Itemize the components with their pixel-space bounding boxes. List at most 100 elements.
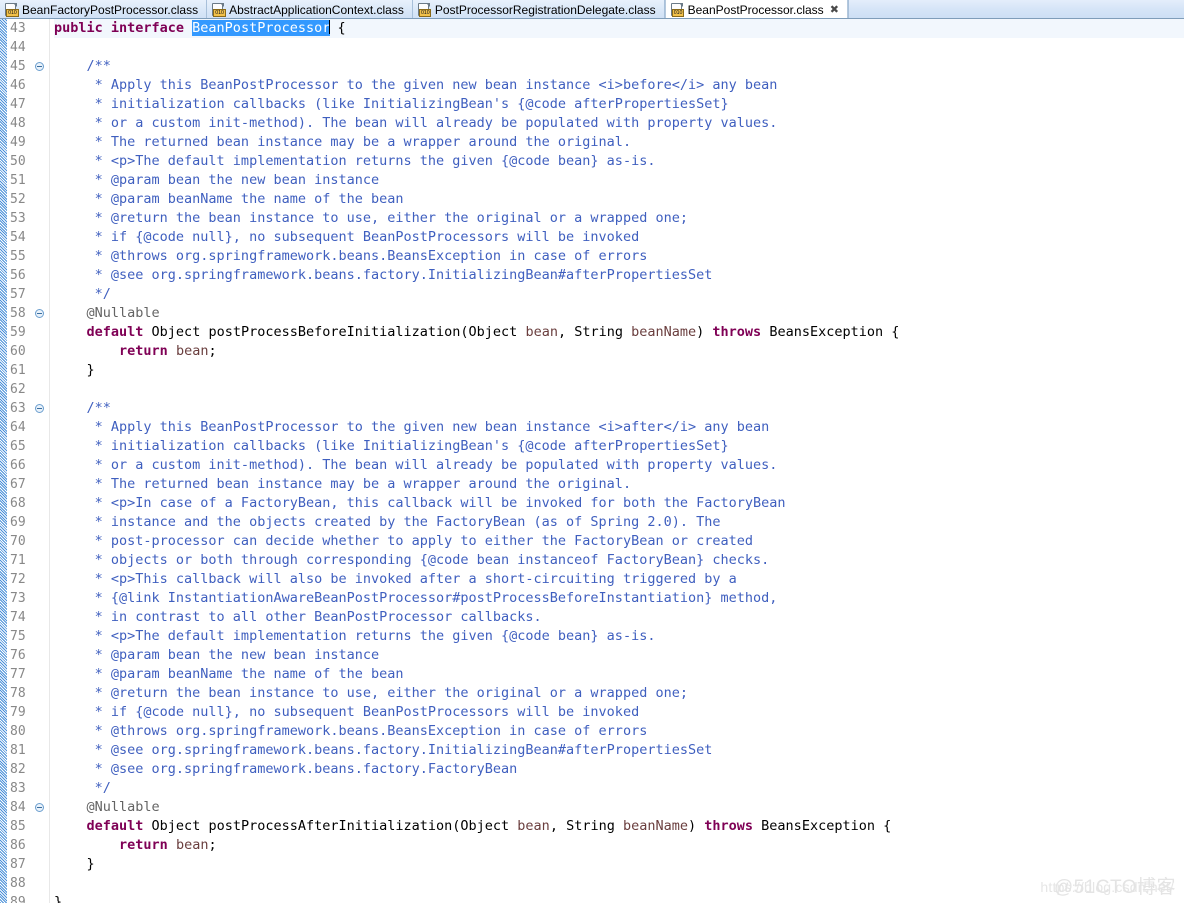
code-line-71[interactable]: * objects or both through corresponding … xyxy=(54,551,1184,570)
gutter-line-59[interactable]: 59 xyxy=(8,323,49,342)
gutter-line-52[interactable]: 52 xyxy=(8,190,49,209)
source-editor[interactable]: 43 44 45 46 47 48 49 50 51 52 53 54 55 56 57 58 59 60 61 62… xyxy=(0,19,1184,903)
collapse-fold-icon[interactable] xyxy=(35,62,44,71)
collapse-fold-icon[interactable] xyxy=(35,309,44,318)
code-line-62[interactable] xyxy=(54,380,1184,399)
gutter-line-64[interactable]: 64 xyxy=(8,418,49,437)
gutter-line-55[interactable]: 55 xyxy=(8,247,49,266)
gutter-line-45[interactable]: 45 xyxy=(8,57,49,76)
editor-tab-1[interactable]: 010 AbstractApplicationContext.class xyxy=(207,0,413,18)
code-line-88[interactable] xyxy=(54,874,1184,893)
editor-tab-3[interactable]: 010 BeanPostProcessor.class ✖ xyxy=(664,0,848,18)
code-line-63[interactable]: /** xyxy=(54,399,1184,418)
gutter-line-44[interactable]: 44 xyxy=(8,38,49,57)
gutter-line-76[interactable]: 76 xyxy=(8,646,49,665)
code-line-45[interactable]: /** xyxy=(54,57,1184,76)
code-line-70[interactable]: * post-processor can decide whether to a… xyxy=(54,532,1184,551)
code-line-83[interactable]: */ xyxy=(54,779,1184,798)
gutter-line-84[interactable]: 84 xyxy=(8,798,49,817)
gutter-line-49[interactable]: 49 xyxy=(8,133,49,152)
gutter-line-69[interactable]: 69 xyxy=(8,513,49,532)
code-line-72[interactable]: * <p>This callback will also be invoked … xyxy=(54,570,1184,589)
editor-tab-0[interactable]: 010 BeanFactoryPostProcessor.class xyxy=(0,0,208,18)
code-line-64[interactable]: * Apply this BeanPostProcessor to the gi… xyxy=(54,418,1184,437)
code-line-85[interactable]: default Object postProcessAfterInitializ… xyxy=(54,817,1184,836)
code-line-49[interactable]: * The returned bean instance may be a wr… xyxy=(54,133,1184,152)
gutter-line-68[interactable]: 68 xyxy=(8,494,49,513)
code-line-79[interactable]: * if {@code null}, no subsequent BeanPos… xyxy=(54,703,1184,722)
code-line-58[interactable]: @Nullable xyxy=(54,304,1184,323)
code-line-47[interactable]: * initialization callbacks (like Initial… xyxy=(54,95,1184,114)
gutter-line-51[interactable]: 51 xyxy=(8,171,49,190)
gutter-line-79[interactable]: 79 xyxy=(8,703,49,722)
gutter-line-46[interactable]: 46 xyxy=(8,76,49,95)
code-line-84[interactable]: @Nullable xyxy=(54,798,1184,817)
code-line-89[interactable]: } xyxy=(54,893,1184,903)
code-line-82[interactable]: * @see org.springframework.beans.factory… xyxy=(54,760,1184,779)
code-line-54[interactable]: * if {@code null}, no subsequent BeanPos… xyxy=(54,228,1184,247)
code-line-67[interactable]: * The returned bean instance may be a wr… xyxy=(54,475,1184,494)
gutter-line-70[interactable]: 70 xyxy=(8,532,49,551)
code-line-81[interactable]: * @see org.springframework.beans.factory… xyxy=(54,741,1184,760)
gutter-line-50[interactable]: 50 xyxy=(8,152,49,171)
gutter-line-81[interactable]: 81 xyxy=(8,741,49,760)
gutter-line-47[interactable]: 47 xyxy=(8,95,49,114)
code-line-53[interactable]: * @return the bean instance to use, eith… xyxy=(54,209,1184,228)
code-line-77[interactable]: * @param beanName the name of the bean xyxy=(54,665,1184,684)
gutter-line-86[interactable]: 86 xyxy=(8,836,49,855)
code-line-59[interactable]: default Object postProcessBeforeInitiali… xyxy=(54,323,1184,342)
change-ruler[interactable] xyxy=(0,19,8,903)
gutter-line-67[interactable]: 67 xyxy=(8,475,49,494)
editor-tab-2[interactable]: 010 PostProcessorRegistrationDelegate.cla… xyxy=(412,0,665,18)
gutter-line-57[interactable]: 57 xyxy=(8,285,49,304)
code-line-51[interactable]: * @param bean the new bean instance xyxy=(54,171,1184,190)
gutter-line-87[interactable]: 87 xyxy=(8,855,49,874)
code-line-43[interactable]: public interface BeanPostProcessor { xyxy=(54,19,1184,38)
code-line-68[interactable]: * <p>In case of a FactoryBean, this call… xyxy=(54,494,1184,513)
close-icon[interactable]: ✖ xyxy=(830,3,839,16)
gutter-line-72[interactable]: 72 xyxy=(8,570,49,589)
code-line-50[interactable]: * <p>The default implementation returns … xyxy=(54,152,1184,171)
gutter-line-43[interactable]: 43 xyxy=(8,19,49,38)
gutter-line-53[interactable]: 53 xyxy=(8,209,49,228)
code-line-46[interactable]: * Apply this BeanPostProcessor to the gi… xyxy=(54,76,1184,95)
gutter-line-80[interactable]: 80 xyxy=(8,722,49,741)
gutter-line-65[interactable]: 65 xyxy=(8,437,49,456)
gutter-line-66[interactable]: 66 xyxy=(8,456,49,475)
code-line-76[interactable]: * @param bean the new bean instance xyxy=(54,646,1184,665)
gutter-line-74[interactable]: 74 xyxy=(8,608,49,627)
code-line-80[interactable]: * @throws org.springframework.beans.Bean… xyxy=(54,722,1184,741)
code-line-69[interactable]: * instance and the objects created by th… xyxy=(54,513,1184,532)
code-line-87[interactable]: } xyxy=(54,855,1184,874)
code-line-78[interactable]: * @return the bean instance to use, eith… xyxy=(54,684,1184,703)
gutter-line-77[interactable]: 77 xyxy=(8,665,49,684)
code-line-74[interactable]: * in contrast to all other BeanPostProce… xyxy=(54,608,1184,627)
code-line-66[interactable]: * or a custom init-method). The bean wil… xyxy=(54,456,1184,475)
code-line-61[interactable]: } xyxy=(54,361,1184,380)
gutter-line-85[interactable]: 85 xyxy=(8,817,49,836)
code-line-48[interactable]: * or a custom init-method). The bean wil… xyxy=(54,114,1184,133)
gutter-line-54[interactable]: 54 xyxy=(8,228,49,247)
gutter-line-71[interactable]: 71 xyxy=(8,551,49,570)
code-line-44[interactable] xyxy=(54,38,1184,57)
gutter-line-89[interactable]: 89 xyxy=(8,893,49,903)
gutter-line-82[interactable]: 82 xyxy=(8,760,49,779)
gutter-line-78[interactable]: 78 xyxy=(8,684,49,703)
collapse-fold-icon[interactable] xyxy=(35,404,44,413)
gutter-line-62[interactable]: 62 xyxy=(8,380,49,399)
code-line-55[interactable]: * @throws org.springframework.beans.Bean… xyxy=(54,247,1184,266)
gutter-line-60[interactable]: 60 xyxy=(8,342,49,361)
gutter-line-73[interactable]: 73 xyxy=(8,589,49,608)
line-number-gutter[interactable]: 43 44 45 46 47 48 49 50 51 52 53 54 55 56 57 58 59 60 61 62… xyxy=(8,19,50,903)
collapse-fold-icon[interactable] xyxy=(35,803,44,812)
code-line-65[interactable]: * initialization callbacks (like Initial… xyxy=(54,437,1184,456)
gutter-line-58[interactable]: 58 xyxy=(8,304,49,323)
gutter-line-83[interactable]: 83 xyxy=(8,779,49,798)
code-line-60[interactable]: return bean; xyxy=(54,342,1184,361)
gutter-line-61[interactable]: 61 xyxy=(8,361,49,380)
gutter-line-48[interactable]: 48 xyxy=(8,114,49,133)
code-area[interactable]: public interface BeanPostProcessor { /**… xyxy=(50,19,1184,903)
gutter-line-56[interactable]: 56 xyxy=(8,266,49,285)
code-line-56[interactable]: * @see org.springframework.beans.factory… xyxy=(54,266,1184,285)
code-line-52[interactable]: * @param beanName the name of the bean xyxy=(54,190,1184,209)
